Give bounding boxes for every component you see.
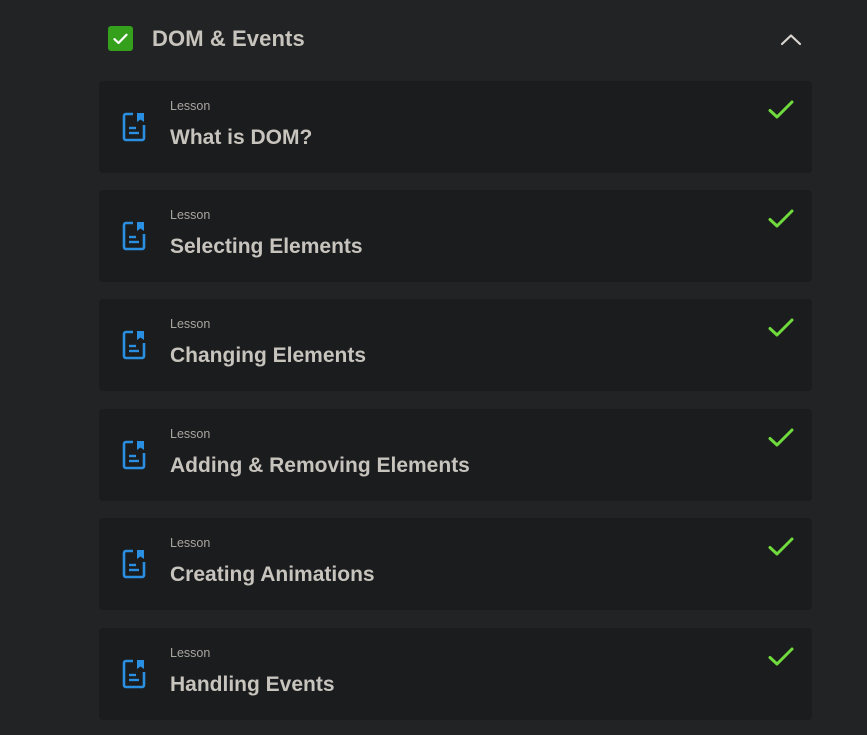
lesson-title: Adding & Removing Elements — [170, 454, 470, 477]
lesson-type-label: Lesson — [170, 646, 211, 660]
lesson-title: Creating Animations — [170, 563, 375, 586]
lesson-item[interactable]: Lesson Creating Animations — [99, 518, 812, 610]
check-icon — [768, 428, 794, 447]
lesson-type-label: Lesson — [170, 427, 211, 441]
lesson-type-label: Lesson — [170, 208, 211, 222]
lesson-item[interactable]: Lesson Handling Events — [99, 628, 812, 720]
lesson-item[interactable]: Lesson Changing Elements — [99, 299, 812, 391]
lesson-type-label: Lesson — [170, 317, 211, 331]
document-icon — [122, 549, 146, 579]
lesson-item[interactable]: Lesson Selecting Elements — [99, 190, 812, 282]
lesson-type-label: Lesson — [170, 99, 211, 113]
document-icon — [122, 659, 146, 689]
document-icon — [122, 440, 146, 470]
lesson-title: Handling Events — [170, 673, 335, 696]
document-icon — [122, 330, 146, 360]
check-icon — [768, 318, 794, 337]
section-title: DOM & Events — [152, 26, 305, 51]
lesson-title: Selecting Elements — [170, 235, 363, 258]
lesson-title: What is DOM? — [170, 126, 313, 149]
check-icon — [768, 537, 794, 556]
lesson-type-label: Lesson — [170, 536, 211, 550]
lesson-item[interactable]: Lesson What is DOM? — [99, 81, 812, 173]
document-icon — [122, 221, 146, 251]
document-icon — [122, 112, 146, 142]
lesson-title: Changing Elements — [170, 344, 367, 367]
section-complete-check-icon — [108, 26, 133, 51]
check-icon — [768, 647, 794, 666]
check-icon — [768, 209, 794, 228]
lesson-item[interactable]: Lesson Adding & Removing Elements — [99, 409, 812, 501]
section-header[interactable]: DOM & Events — [99, 0, 812, 78]
check-icon — [768, 100, 794, 119]
chevron-up-icon[interactable] — [778, 27, 804, 51]
course-section: DOM & Events Lesson What is DOM? Lesson … — [99, 0, 812, 720]
